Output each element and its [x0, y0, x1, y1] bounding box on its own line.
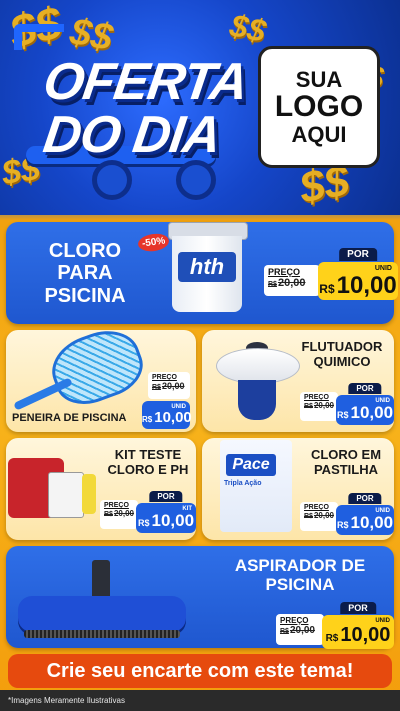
product-title: KIT TESTE CLORO E PH	[107, 447, 189, 477]
old-currency: R$	[280, 628, 289, 635]
old-price-label: PREÇO	[104, 502, 129, 509]
pool-skimmer-net-image	[12, 320, 151, 414]
old-price-label: PREÇO	[268, 267, 301, 277]
unit-label: UNID	[374, 265, 392, 272]
price-tag: PREÇO R$20,00 POR UNID R$10,00	[264, 248, 398, 300]
brand-label: hth	[178, 252, 236, 282]
bag-subtitle: Tripla Ação	[224, 480, 262, 487]
cart-wheel-icon	[176, 160, 216, 200]
new-price: 10,00	[350, 513, 394, 532]
product-title: CLORO PARA PSICINA	[44, 240, 126, 307]
price-tag: PREÇO R$20,00 UNID R$ 10,00	[142, 372, 192, 429]
old-price-label: PREÇO	[280, 616, 309, 625]
old-price: 20,00	[289, 625, 315, 636]
unit-label: UNID	[375, 618, 390, 624]
brand-label: Pace	[226, 454, 276, 476]
new-currency: R$	[325, 633, 339, 644]
cart-wheel-icon	[92, 160, 132, 200]
old-currency: R$	[304, 513, 313, 520]
dollar-decoration: $$	[226, 6, 270, 50]
unit-label: UNID	[375, 508, 390, 514]
old-price: 20,00	[277, 277, 306, 289]
product-title: CLORO EM PASTILHA	[310, 447, 382, 477]
unit-label: UNID	[375, 398, 390, 404]
old-price: 20,00	[313, 511, 334, 520]
new-currency: R$	[142, 415, 153, 424]
new-price: 10,00	[350, 403, 394, 422]
old-price: 20,00	[113, 509, 134, 518]
new-price: 10,00	[151, 511, 195, 530]
old-currency: R$	[152, 384, 161, 391]
old-currency: R$	[268, 281, 277, 288]
chlorine-bucket-image: hth	[168, 222, 248, 314]
header-banner: $$ $$ $$ $$ $$ $$ OFERTA DO DIA SUA LOGO…	[0, 0, 400, 215]
new-currency: R$	[137, 518, 150, 528]
product-title: PENEIRA DE PISCINA	[12, 412, 127, 424]
price-tag: PREÇO R$20,00 POR UNID R$10,00	[276, 602, 394, 649]
chlorine-floater-image	[216, 342, 300, 424]
price-tag: PREÇO R$20,00 POR UNID R$10,00	[300, 383, 394, 425]
new-price-label: POR	[149, 491, 183, 502]
flyer-page: $$ $$ $$ $$ $$ $$ OFERTA DO DIA SUA LOGO…	[0, 0, 400, 711]
new-price: 10,00	[340, 624, 391, 646]
chlorine-tablets-bag-image: Pace Tripla Ação	[220, 440, 292, 532]
new-currency: R$	[336, 410, 349, 420]
old-currency: R$	[304, 403, 313, 410]
new-price-label: POR	[348, 383, 382, 394]
pool-vacuum-head-image	[18, 560, 186, 644]
logo-text-line1: SUA	[295, 67, 343, 93]
old-price: 20,00	[313, 401, 334, 410]
test-kit-image	[8, 452, 98, 522]
product-title: ASPIRADOR DE PSICINA	[234, 556, 366, 595]
unit-label: KIT	[182, 506, 192, 512]
old-price-label: PREÇO	[152, 374, 177, 381]
cta-banner[interactable]: Crie seu encarte com este tema!	[8, 654, 392, 688]
logo-placeholder[interactable]: SUA LOGO AQUI	[258, 46, 380, 168]
new-currency: R$	[336, 520, 349, 530]
price-tag: PREÇO R$20,00 POR KIT R$ 10,00	[100, 491, 196, 533]
cart-handle-icon	[14, 24, 64, 50]
new-price-label: POR	[339, 248, 377, 261]
unit-label: UNID	[171, 404, 186, 410]
new-price: 10,00	[154, 409, 192, 426]
old-currency: R$	[104, 511, 113, 518]
old-price-label: PREÇO	[304, 394, 329, 401]
headline-do-dia: DO DIA	[39, 106, 225, 164]
price-tag: PREÇO R$20,00 POR UNID R$10,00	[300, 493, 394, 535]
new-price-label: POR	[340, 602, 376, 614]
footer-disclaimer: *Imagens Meramente Ilustrativas	[0, 690, 400, 711]
product-title: FLUTUADOR QUIMICO	[301, 339, 383, 369]
logo-text-line3: AQUI	[291, 121, 347, 147]
old-price: 20,00	[161, 381, 185, 391]
logo-text-line2: LOGO	[274, 90, 364, 124]
new-price: 10,00	[336, 272, 397, 299]
new-price-label: POR	[348, 493, 382, 504]
new-currency: R$	[319, 282, 335, 296]
old-price-label: PREÇO	[304, 504, 329, 511]
headline-oferta: OFERTA	[39, 53, 252, 111]
